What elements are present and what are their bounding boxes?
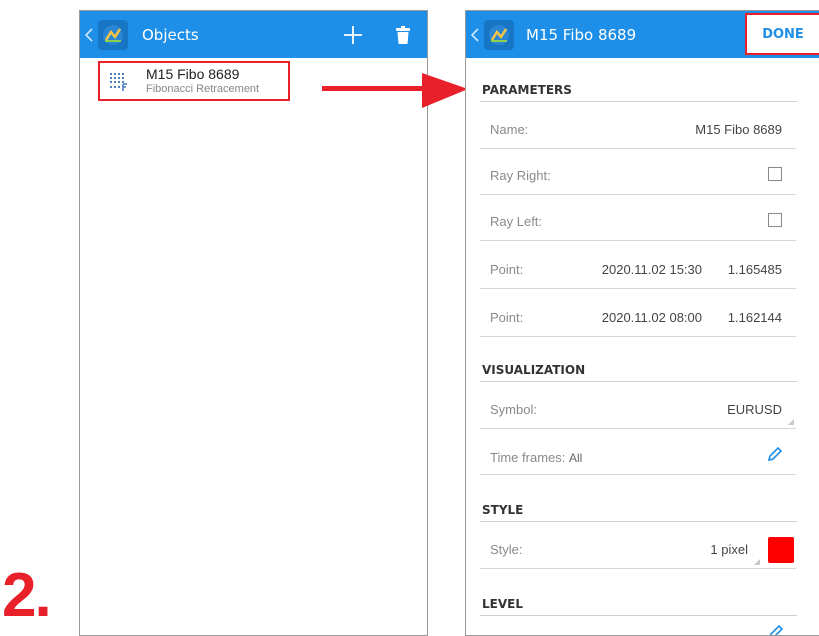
dropdown-indicator-icon: [754, 559, 760, 565]
objects-title: Objects: [142, 25, 199, 44]
point-1-label: Point:: [490, 262, 524, 277]
delete-icon[interactable]: [389, 11, 417, 58]
level-section-header: LEVEL: [482, 597, 523, 611]
metatrader-logo-icon: [98, 19, 128, 50]
line-color-swatch[interactable]: [768, 537, 794, 563]
point-1-field[interactable]: Point: 2020.11.02 15:30 1.165485: [480, 249, 796, 289]
section-divider: [480, 101, 797, 102]
metatrader-logo-icon: [484, 19, 514, 50]
objects-appbar: Objects: [80, 11, 427, 58]
step-number: 2.: [2, 561, 52, 630]
time-frames-value: All: [568, 451, 583, 465]
symbol-field[interactable]: Symbol: EURUSD: [480, 389, 796, 429]
name-value[interactable]: M15 Fibo 8689: [695, 122, 782, 137]
properties-appbar: M15 Fibo 8689 DONE: [466, 11, 819, 58]
point-1-date[interactable]: 2020.11.02 15:30: [602, 262, 702, 277]
edit-pencil-icon[interactable]: [767, 623, 785, 635]
properties-title: M15 Fibo 8689: [526, 25, 637, 44]
parameters-section-header: PARAMETERS: [482, 83, 572, 97]
ray-left-field[interactable]: Ray Left:: [480, 201, 796, 241]
back-chevron-icon[interactable]: [82, 11, 96, 58]
add-icon[interactable]: [338, 11, 368, 58]
style-field[interactable]: Style: 1 pixel: [480, 529, 796, 569]
time-frames-field[interactable]: Time frames: All: [480, 435, 796, 475]
time-frames-label: Time frames: All: [490, 450, 583, 465]
ray-left-label: Ray Left:: [490, 214, 543, 229]
ray-left-checkbox[interactable]: [768, 213, 782, 227]
style-width-value[interactable]: 1 pixel: [710, 542, 748, 557]
section-divider: [480, 381, 797, 382]
symbol-value[interactable]: EURUSD: [727, 402, 782, 417]
fibonacci-retracement-icon: [110, 73, 130, 98]
done-button[interactable]: DONE: [745, 13, 819, 55]
object-properties-screen: M15 Fibo 8689 DONE PARAMETERS Name: M15 …: [465, 10, 819, 636]
name-field[interactable]: Name: M15 Fibo 8689: [480, 109, 796, 149]
section-divider: [480, 615, 797, 616]
point-2-date[interactable]: 2020.11.02 08:00: [602, 310, 702, 325]
ray-right-field[interactable]: Ray Right:: [480, 155, 796, 195]
visualization-section-header: VISUALIZATION: [482, 363, 586, 377]
object-list-item[interactable]: M15 Fibo 8689 Fibonacci Retracement: [98, 61, 290, 101]
point-2-field[interactable]: Point: 2020.11.02 08:00 1.162144: [480, 297, 796, 337]
style-section-header: STYLE: [482, 503, 524, 517]
symbol-label: Symbol:: [490, 402, 537, 417]
section-divider: [480, 521, 797, 522]
back-chevron-icon[interactable]: [468, 11, 482, 58]
object-type: Fibonacci Retracement: [146, 83, 260, 95]
point-2-label: Point:: [490, 310, 524, 325]
style-label: Style:: [490, 542, 523, 557]
red-arrow-icon: [322, 73, 468, 108]
ray-right-label: Ray Right:: [490, 168, 551, 183]
edit-pencil-icon[interactable]: [766, 445, 784, 468]
ray-right-checkbox[interactable]: [768, 167, 782, 181]
point-1-price[interactable]: 1.165485: [728, 262, 782, 277]
name-label: Name:: [490, 122, 529, 137]
point-2-price[interactable]: 1.162144: [728, 310, 782, 325]
dropdown-indicator-icon: [788, 419, 794, 425]
object-name: M15 Fibo 8689: [146, 66, 240, 82]
